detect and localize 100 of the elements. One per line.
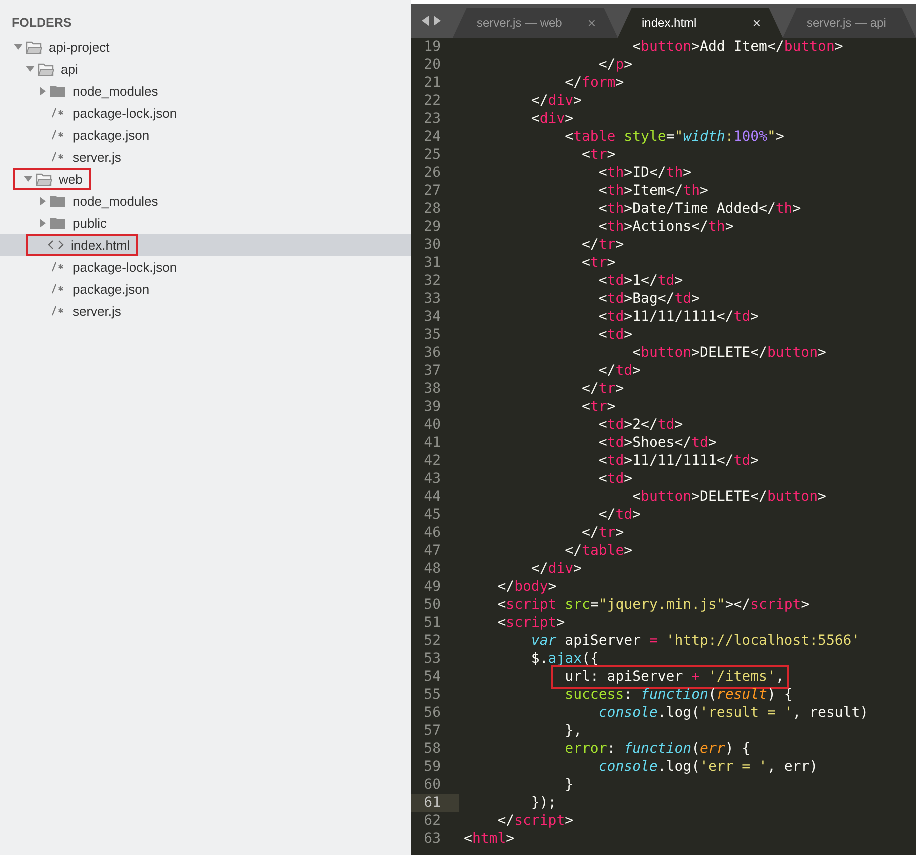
line-number: 20 [423, 56, 442, 74]
code-line: $.ajax({ [530, 650, 599, 668]
tab[interactable]: server.js — api [783, 8, 916, 38]
code-line: </body> [496, 578, 557, 596]
code-line: <button>DELETE</button> [632, 488, 826, 506]
tree-item[interactable]: package-lock.json [0, 102, 411, 124]
code-line: <td>1</td> [598, 272, 684, 290]
line-number: 21 [423, 74, 442, 92]
line-number: 59 [423, 758, 442, 776]
line-number: 63 [423, 830, 442, 848]
line-number: 49 [423, 578, 442, 596]
code-line: success: function(result) { [564, 686, 793, 704]
code-line: <button>DELETE</button> [632, 344, 826, 362]
code-line: <td>Bag</td> [598, 290, 700, 308]
tree-item[interactable]: server.js [0, 146, 411, 168]
line-number: 19 [423, 38, 442, 56]
code-line: </div> [530, 92, 582, 110]
tree-item[interactable]: package-lock.json [0, 256, 411, 278]
code-line: <td>11/11/1111</td> [598, 452, 760, 470]
line-number: 40 [423, 416, 442, 434]
caret-icon[interactable] [40, 86, 46, 96]
code-line: </tr> [581, 380, 624, 398]
line-number: 27 [423, 182, 442, 200]
line-number: 54 [423, 668, 442, 686]
line-number: 51 [423, 614, 442, 632]
text-file-icon [52, 284, 64, 294]
line-number: 34 [423, 308, 442, 326]
line-number: 31 [423, 254, 442, 272]
caret-icon[interactable] [26, 66, 35, 72]
text-file-icon [52, 152, 64, 162]
code-line: <tr> [581, 398, 616, 416]
code-line: <script> [496, 614, 566, 632]
line-number: 61 [411, 794, 459, 812]
code-line: }, [564, 722, 582, 740]
line-number: 43 [423, 470, 442, 488]
line-number: 60 [423, 776, 442, 794]
code-line: </td> [598, 506, 642, 524]
code-line: </div> [530, 560, 582, 578]
line-number: 42 [423, 452, 442, 470]
code-line: console.log('err = ', err) [598, 758, 818, 776]
tree-item[interactable]: index.html [0, 234, 411, 256]
close-button[interactable]: × [752, 15, 761, 31]
code-line: <html> [464, 830, 515, 848]
tab[interactable]: index.html × [618, 8, 783, 38]
line-number: 48 [423, 560, 442, 578]
tree-item[interactable]: node_modules [0, 80, 411, 102]
line-number: 23 [423, 110, 442, 128]
folder-icon [38, 62, 54, 76]
tree-item[interactable]: server.js [0, 300, 411, 322]
code-line: }); [530, 794, 557, 812]
caret-icon[interactable] [14, 44, 23, 50]
tree-item[interactable]: node_modules [0, 190, 411, 212]
text-file-icon [52, 306, 64, 316]
code-line: <td> [598, 326, 633, 344]
line-number: 39 [423, 398, 442, 416]
code-line: <td> [598, 470, 633, 488]
line-number: 62 [423, 812, 442, 830]
code-line: <th>Actions</th> [598, 218, 734, 236]
code-line: <td>Shoes</td> [598, 434, 717, 452]
code-line: <table style="width:100%"> [564, 128, 784, 146]
code-line: <td>11/11/1111</td> [598, 308, 760, 326]
right-arrow-icon[interactable] [434, 16, 441, 26]
code-line: <tr> [581, 254, 616, 272]
line-number: 24 [423, 128, 442, 146]
code-line: <th>Date/Time Added</th> [598, 200, 802, 218]
code-line: <button>Add Item</button> [632, 38, 844, 56]
code-file-icon [48, 240, 64, 250]
code-line: var apiServer = 'http://localhost:5566' [530, 632, 860, 650]
tree-item[interactable]: package.json [0, 124, 411, 146]
code-line: console.log('result = ', result) [598, 704, 869, 722]
caret-icon[interactable] [24, 176, 33, 182]
tree-item[interactable]: public [0, 212, 411, 234]
code-line: <th>Item</th> [598, 182, 708, 200]
caret-icon[interactable] [40, 196, 46, 206]
line-number: 30 [423, 236, 442, 254]
left-arrow-icon[interactable] [422, 16, 429, 26]
tree-item[interactable]: api-project [0, 36, 411, 58]
text-file-icon [52, 108, 64, 118]
tree-item[interactable]: api [0, 58, 411, 80]
tab[interactable]: server.js — web × [453, 8, 618, 38]
code-line: } [564, 776, 574, 794]
tree-item[interactable]: package.json [0, 278, 411, 300]
text-file-icon [52, 262, 64, 272]
line-number: 28 [423, 200, 442, 218]
folder-icon [50, 84, 66, 98]
code-line: error: function(err) { [564, 740, 751, 758]
sidebar-header: FOLDERS [12, 16, 72, 30]
caret-icon[interactable] [40, 218, 46, 228]
line-number: 57 [423, 722, 442, 740]
line-number: 37 [423, 362, 442, 380]
code-line: <div> [530, 110, 574, 128]
line-number: 41 [423, 434, 442, 452]
code-line: </table> [564, 542, 633, 560]
tree-item[interactable]: web [0, 168, 411, 190]
line-number: 58 [423, 740, 442, 758]
line-number: 44 [423, 488, 442, 506]
line-number: 53 [423, 650, 442, 668]
line-number: 22 [423, 92, 442, 110]
code-line: <th>ID</th> [598, 164, 692, 182]
line-number: 50 [423, 596, 442, 614]
